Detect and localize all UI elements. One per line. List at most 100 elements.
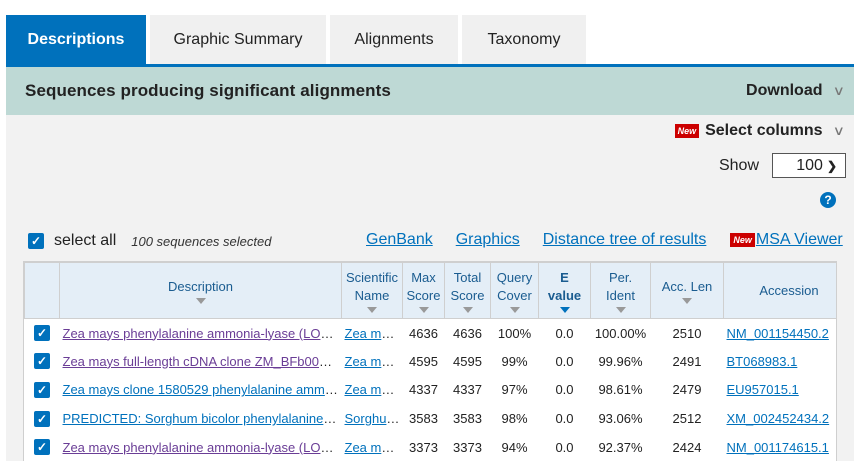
acc-len-cell: 2510: [672, 325, 702, 341]
col-header-label: Scientific: [345, 269, 399, 285]
col-header-max-score[interactable]: Max Score: [402, 262, 445, 319]
description-link[interactable]: Zea mays clone 1580529 phenylalanine amm…: [63, 382, 342, 397]
select-columns-button[interactable]: New Select columns ∨: [674, 122, 846, 140]
sci-name-cell: Zea mays: [342, 319, 403, 348]
col-header-description[interactable]: Description: [59, 262, 342, 319]
row-select-cell: ✓: [25, 404, 60, 433]
table-row: ✓ PREDICTED: Sorghum bicolor phenylalani…: [25, 404, 837, 433]
tab-graphic-summary[interactable]: Graphic Summary: [150, 15, 326, 65]
description-link[interactable]: Zea mays full-length cDNA clone ZM_BFb00…: [63, 354, 342, 369]
max-score-cell: 4595: [409, 353, 438, 369]
row-checkbox[interactable]: ✓: [34, 353, 50, 370]
show-count-select[interactable]: 100 ❯: [772, 153, 846, 178]
col-header-evalue[interactable]: Evalue: [538, 262, 591, 319]
total-score-cell: 4636: [453, 325, 482, 341]
per-ident-cell: 92.37%: [598, 439, 643, 455]
row-select-cell: ✓: [25, 433, 60, 461]
col-header-label: Acc. Len: [661, 278, 713, 294]
chevron-down-icon: ∨: [833, 123, 846, 138]
genbank-link[interactable]: GenBank: [366, 231, 433, 249]
accession-cell: NM_001154450.2: [724, 319, 837, 348]
show-count-value: 100: [796, 156, 823, 174]
acc-len-cell: 2512: [672, 411, 702, 427]
total-score-cell: 3583: [453, 411, 482, 427]
tab-descriptions[interactable]: Descriptions: [6, 15, 146, 65]
description-link[interactable]: PREDICTED: Sorghum bicolor phenylalanine…: [63, 411, 342, 426]
description-link[interactable]: Zea mays phenylalanine ammonia-lyase (LO…: [63, 440, 342, 455]
sort-arrow-icon: [559, 306, 570, 313]
description-cell: Zea mays phenylalanine ammonia-lyase (LO…: [60, 433, 342, 461]
accession-link[interactable]: XM_002452434.2: [727, 411, 830, 426]
sort-arrow-icon: [195, 297, 206, 304]
col-header-query-cover[interactable]: Query Cover: [490, 262, 539, 319]
result-tabs: Descriptions Graphic Summary Alignments …: [6, 15, 590, 65]
col-header-per-ident[interactable]: Per. Ident: [590, 262, 651, 319]
select-all-checkbox[interactable]: ✓: [28, 233, 44, 249]
row-checkbox[interactable]: ✓: [34, 410, 50, 427]
evalue-cell: 0.0: [555, 439, 574, 455]
sci-name-link[interactable]: Zea mays: [345, 440, 402, 455]
accession-link[interactable]: EU957015.1: [727, 382, 799, 397]
tab-alignments[interactable]: Alignments: [330, 15, 458, 65]
msa-viewer-link[interactable]: New MSA Viewer: [730, 231, 843, 249]
col-header-description-label: Description: [167, 278, 234, 294]
description-cell: Zea mays phenylalanine ammonia-lyase (LO…: [60, 319, 342, 348]
col-header-label: Ident: [606, 287, 635, 303]
sci-name-link[interactable]: Zea mays: [345, 382, 402, 397]
evalue-cell: 0.0: [555, 411, 574, 427]
query-cover-cell: 94%: [501, 439, 528, 455]
row-checkbox[interactable]: ✓: [34, 325, 50, 342]
table-row: ✓ Zea mays phenylalanine ammonia-lyase (…: [25, 319, 837, 348]
tab-taxonomy[interactable]: Taxonomy: [462, 15, 586, 65]
accession-link[interactable]: BT068983.1: [727, 354, 798, 369]
accession-link[interactable]: NM_001174615.1: [727, 440, 829, 455]
sci-name-link[interactable]: Sorghum bicolor: [345, 411, 403, 426]
accession-cell: EU957015.1: [724, 376, 837, 405]
evalue-cell: 0.0: [555, 325, 574, 341]
sort-arrow-icon: [615, 306, 626, 313]
sort-arrow-icon: [367, 306, 377, 313]
col-header-scientific-name[interactable]: Scientific Name: [341, 262, 403, 319]
row-checkbox[interactable]: ✓: [34, 439, 50, 456]
graphics-link[interactable]: Graphics: [456, 231, 520, 249]
col-header-total-score[interactable]: Total Score: [444, 262, 491, 319]
msa-viewer-label: MSA Viewer: [755, 231, 843, 248]
accession-cell: XM_002452434.2: [724, 404, 837, 433]
col-header-label: Accession: [759, 282, 819, 298]
col-header-acc-len[interactable]: Acc. Len: [650, 262, 724, 319]
download-button[interactable]: Download ∨: [746, 82, 846, 100]
col-header-label: value: [547, 287, 582, 303]
per-ident-cell: 93.06%: [598, 411, 643, 427]
chevron-down-icon: ∨: [833, 83, 846, 98]
table-header-row: Description Scientific Name Max Score Tota…: [24, 262, 836, 319]
description-cell: Zea mays clone 1580529 phenylalanine amm…: [60, 376, 342, 405]
per-ident-cell: 99.96%: [598, 353, 643, 369]
accession-cell: NM_001174615.1: [724, 433, 837, 461]
col-header-label: Score: [406, 287, 441, 303]
sci-name-link[interactable]: Zea mays: [345, 326, 402, 341]
col-header-label: Cover: [497, 287, 532, 303]
col-header-label: Max: [411, 269, 436, 285]
acc-len-cell: 2491: [672, 353, 702, 369]
section-header: Sequences producing significant alignmen…: [6, 67, 854, 115]
col-header-label: Score: [450, 287, 485, 303]
col-header-accession[interactable]: Accession: [723, 262, 836, 319]
sort-arrow-icon: [682, 297, 692, 304]
row-checkbox[interactable]: ✓: [34, 381, 50, 398]
new-badge: New: [674, 124, 700, 138]
description-link[interactable]: Zea mays phenylalanine ammonia-lyase (LO…: [63, 326, 342, 341]
query-cover-cell: 97%: [501, 382, 528, 398]
download-label: Download: [746, 82, 823, 99]
col-header-label: Per.: [608, 269, 633, 285]
sort-arrow-icon: [509, 306, 520, 313]
section-title: Sequences producing significant alignmen…: [25, 81, 391, 100]
evalue-cell: 0.0: [555, 353, 574, 369]
select-all-row: ✓ select all 100 sequences selected: [28, 232, 271, 250]
sort-arrow-icon: [418, 306, 429, 313]
help-icon[interactable]: ?: [820, 192, 836, 208]
accession-link[interactable]: NM_001154450.2: [727, 326, 829, 341]
total-score-cell: 4337: [453, 382, 482, 398]
sci-name-link[interactable]: Zea mays: [345, 354, 402, 369]
distance-tree-link[interactable]: Distance tree of results: [543, 231, 707, 249]
table-row: ✓ Zea mays full-length cDNA clone ZM_BFb…: [25, 347, 837, 376]
